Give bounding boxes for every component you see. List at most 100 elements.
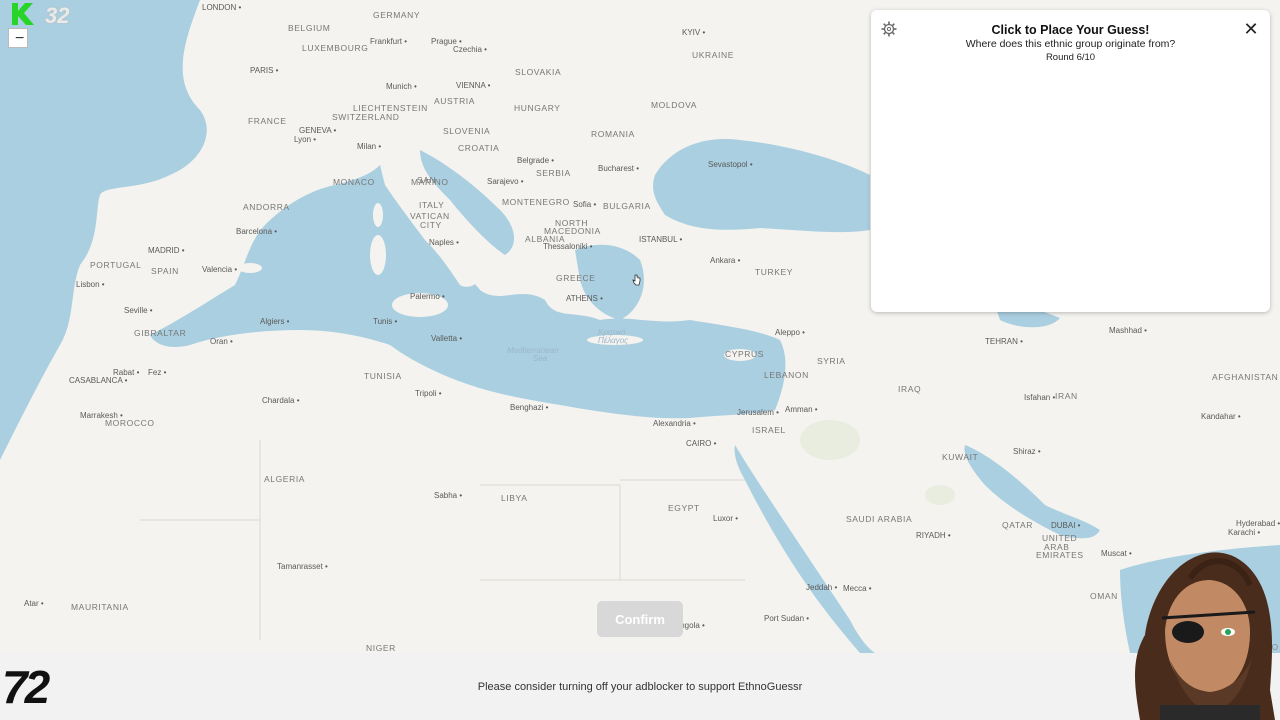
city-label: Belgrade (517, 156, 554, 165)
city-label: LONDON (202, 3, 241, 12)
adblock-notice: Please consider turning off your adblock… (477, 681, 803, 693)
country-label: MONACO (333, 177, 375, 187)
country-label: SPAIN (151, 266, 179, 276)
city-label: Valletta (431, 334, 462, 343)
city-label: VIENNA (456, 81, 490, 90)
country-label: MOLDOVA (651, 100, 698, 110)
city-label: CASABLANCA (69, 376, 127, 385)
country-label: EMIRATES (1036, 550, 1084, 560)
panel-title: Click to Place Your Guess! (991, 23, 1150, 37)
city-label: Mecca (843, 584, 872, 593)
city-label: Tunis (373, 317, 397, 326)
country-label: GIBRALTAR (134, 328, 187, 338)
country-label: SAUDI ARABIA (846, 514, 913, 524)
city-label: KYIV (682, 28, 705, 37)
country-label: AFGHANISTAN (1212, 372, 1279, 382)
zoom-out-button[interactable]: − (8, 28, 28, 48)
city-label: Karachi (1228, 528, 1260, 537)
country-label: KUWAIT (942, 452, 979, 462)
country-label: LIBYA (501, 493, 528, 503)
country-label: MARINO (411, 177, 449, 187)
city-label: Algiers (260, 317, 289, 326)
country-label: SLOVAKIA (515, 67, 562, 77)
country-label: IRAQ (898, 384, 922, 394)
country-label: HUNGARY (514, 103, 561, 113)
sea-label: Sea (533, 354, 548, 363)
country-label: EGYPT (668, 503, 700, 513)
city-label: Barcelona (236, 227, 277, 236)
city-label: Mashhad (1109, 326, 1147, 335)
city-label: Milan (357, 142, 381, 151)
city-label: ISTANBUL (639, 235, 682, 244)
city-label: Sofia (573, 200, 596, 209)
city-label: Lisbon (76, 280, 105, 289)
city-label: GENEVA (299, 126, 336, 135)
hand-cursor-icon (632, 274, 641, 286)
round-indicator: Round 6/10 (1045, 52, 1096, 63)
city-label: CAIRO (686, 439, 716, 448)
city-label: Isfahan (1024, 393, 1055, 402)
country-label: LUXEMBOURG (302, 43, 369, 53)
city-label: Shiraz (1013, 447, 1041, 456)
city-label: Ankara (710, 256, 740, 265)
country-label: UKRAINE (692, 50, 734, 60)
country-label: TUNISIA (364, 371, 402, 381)
country-label: AUSTRIA (434, 96, 476, 106)
city-label: Palermo (410, 292, 445, 301)
country-label: MAURITANIA (71, 602, 129, 612)
country-label: MONTENEGRO (502, 197, 570, 207)
overlay-big-number: 72 (2, 661, 50, 713)
city-label: Sevastopol (708, 160, 753, 169)
close-button[interactable]: ✕ (1242, 20, 1260, 38)
country-label: NIGER (366, 643, 396, 653)
country-label: MOROCCO (105, 418, 155, 428)
country-label: ANDORRA (243, 202, 290, 212)
city-label: Czechia (453, 45, 487, 54)
country-label: BELGIUM (288, 23, 331, 33)
country-label: ITALY (419, 200, 445, 210)
city-label: Tamanrasset (277, 562, 328, 571)
city-label: DUBAI (1051, 521, 1080, 530)
country-label: CROATIA (458, 143, 500, 153)
city-label: Jerusalem (737, 408, 779, 417)
country-label: PORTUGAL (90, 260, 142, 270)
city-label: Tripoli (415, 389, 442, 398)
city-label: Bucharest (598, 164, 639, 173)
country-label: SERBIA (536, 168, 571, 178)
city-label: Jeddah (806, 583, 837, 592)
city-label: Munich (386, 82, 417, 91)
city-label: Seville (124, 306, 153, 315)
city-label: Port Sudan (764, 614, 809, 623)
city-label: Atar (24, 599, 44, 608)
city-label: Thessaloniki (543, 242, 593, 251)
country-label: ISRAEL (752, 425, 786, 435)
city-label: TEHRAN (985, 337, 1023, 346)
country-label: IRAN (1055, 391, 1078, 401)
sea-label: Πέλαγος (598, 336, 629, 345)
overlay-counter: 32 (45, 3, 70, 28)
country-label: SYRIA (817, 356, 846, 366)
confirm-button[interactable]: Confirm (597, 601, 683, 637)
streamer-avatar (1135, 552, 1275, 720)
country-label: BULGARIA (603, 201, 651, 211)
city-label: PARIS (250, 66, 278, 75)
city-label: Alexandria (653, 419, 696, 428)
close-icon: ✕ (1243, 19, 1259, 39)
city-label: Lyon (294, 135, 316, 144)
city-label: Hyderabad (1236, 519, 1280, 528)
country-label: FRANCE (248, 116, 287, 126)
city-label: Amman (785, 405, 818, 414)
country-label: GERMANY (373, 10, 421, 20)
country-label: GREECE (556, 273, 596, 283)
country-label: ALGERIA (264, 474, 306, 484)
city-label: Marrakesh (80, 411, 123, 420)
panel-question: Where does this ethnic group originate f… (965, 38, 1176, 50)
country-label: CYPRUS (725, 349, 765, 359)
city-label: RIYADH (916, 531, 951, 540)
footer-bar: Please consider turning off your adblock… (0, 653, 1280, 720)
country-label: CITY (420, 220, 442, 230)
city-label: Benghazi (510, 403, 548, 412)
country-label: QATAR (1002, 520, 1034, 530)
city-label: Sabha (434, 491, 462, 500)
city-label: Fez (148, 368, 166, 377)
